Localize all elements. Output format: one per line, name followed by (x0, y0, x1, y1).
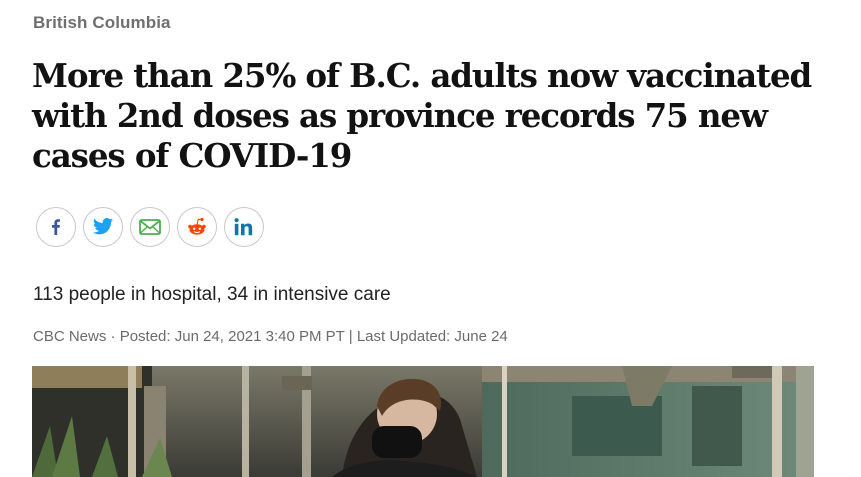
share-twitter-button[interactable] (83, 207, 123, 247)
twitter-icon (92, 218, 114, 235)
article-deck: 113 people in hospital, 34 in intensive … (33, 284, 391, 305)
byline-source: CBC News (33, 328, 107, 345)
article-byline: CBC News · Posted: Jun 24, 2021 3:40 PM … (33, 328, 508, 345)
linkedin-icon (234, 218, 253, 236)
share-bar (36, 207, 264, 249)
byline-posted-date: Posted: Jun 24, 2021 3:40 PM PT (119, 328, 345, 345)
article-headline: More than 25% of B.C. adults now vaccina… (32, 56, 812, 175)
share-facebook-button[interactable] (36, 207, 76, 247)
facebook-icon (52, 219, 60, 235)
email-icon (139, 219, 161, 235)
section-link-british-columbia[interactable]: British Columbia (33, 13, 171, 33)
share-email-button[interactable] (130, 207, 170, 247)
byline-updated-date: Last Updated: June 24 (356, 328, 508, 345)
reddit-icon (188, 217, 206, 235)
byline-separator-dot: · (106, 328, 120, 345)
article-hero-image (32, 366, 814, 477)
byline-separator-bar: | (344, 328, 357, 345)
share-linkedin-button[interactable] (224, 207, 264, 247)
hero-photo (32, 366, 814, 477)
share-reddit-button[interactable] (177, 207, 217, 247)
